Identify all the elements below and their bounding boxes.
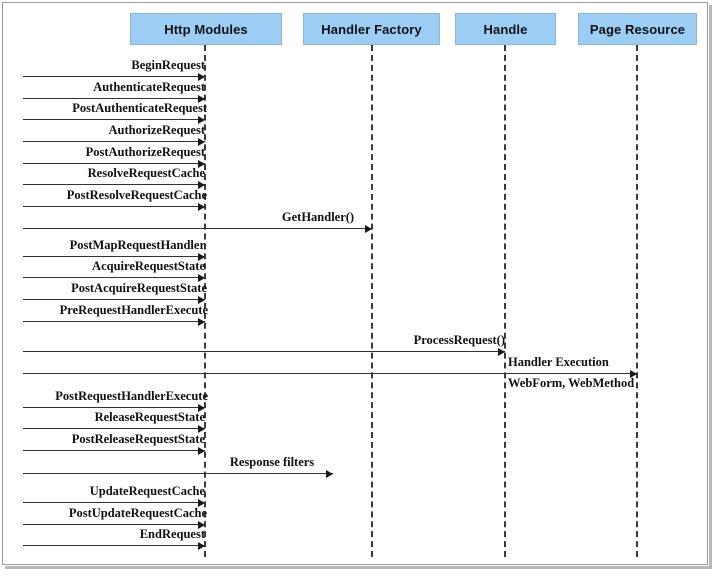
message-line (23, 119, 205, 120)
message-line (23, 141, 205, 142)
actor-label-handler-factory: Handler Factory (321, 21, 422, 37)
message-line (23, 428, 205, 429)
message-label: WebForm, WebMethod (508, 376, 635, 390)
message-arrowhead (198, 202, 205, 211)
message-line (23, 98, 205, 99)
message-line (23, 76, 205, 77)
message-line (23, 373, 637, 374)
message-label: GetHandler() (281, 210, 355, 224)
message-label: AuthorizeRequest (108, 123, 205, 137)
actor-label-handle: Handle (483, 21, 528, 37)
message-line (23, 184, 205, 185)
message-label: AuthenticateRequest (93, 80, 205, 94)
message-line (23, 228, 372, 229)
message-line (23, 502, 205, 503)
actor-label-page-resource: Page Resource (589, 21, 686, 37)
actor-box-handle[interactable]: Handle (455, 13, 556, 45)
message-label: PostResolveRequestCache (66, 188, 207, 202)
lifeline-page-resource (636, 45, 638, 557)
lifeline-handler-factory (371, 45, 373, 557)
message-arrowhead (498, 347, 505, 356)
message-line (23, 277, 205, 278)
message-label: Response filters (229, 455, 315, 469)
message-line (23, 524, 205, 525)
message-arrowhead (365, 224, 372, 233)
sequence-diagram-canvas: Http Modules Handler Factory Handle Page Re… (0, 0, 712, 577)
message-line (23, 299, 205, 300)
message-arrowhead (198, 446, 205, 455)
message-label: PreRequestHandlerExecute (59, 303, 208, 317)
actor-box-handler-factory[interactable]: Handler Factory (303, 13, 440, 45)
message-arrowhead (198, 541, 205, 550)
message-line (23, 473, 333, 474)
frame-shadow-bottom (5, 566, 712, 569)
message-line (23, 351, 505, 352)
message-label: BeginRequest (131, 58, 205, 72)
message-label: PostAuthenticateRequest (72, 101, 207, 115)
message-label: EndRequest (139, 527, 205, 541)
message-label: PostReleaseRequestState (71, 432, 205, 446)
message-label: PostUpdateRequestCache (68, 506, 207, 520)
message-label: PostRequestHandlerExecute (55, 389, 208, 403)
message-label: Handler Execution (508, 355, 609, 369)
message-arrowhead (198, 317, 205, 326)
message-line (23, 256, 205, 257)
message-line (23, 206, 205, 207)
message-label: ReleaseRequestState (94, 410, 205, 424)
message-label: ProcessRequest() (413, 333, 505, 347)
message-label: UpdateRequestCache (89, 484, 205, 498)
message-line (23, 450, 205, 451)
message-label: AcquireRequestState (92, 259, 205, 273)
message-label: PostMapRequestHandler (69, 238, 205, 252)
message-line (23, 321, 205, 322)
message-arrowhead (326, 469, 333, 478)
message-label: PostAuthorizeRequest (85, 145, 205, 159)
message-label: ResolveRequestCache (87, 166, 205, 180)
actor-box-http-modules[interactable]: Http Modules (130, 13, 282, 45)
message-label: PostAcquireRequestState (71, 281, 207, 295)
lifeline-handle (504, 45, 506, 557)
actor-label-http-modules: Http Modules (164, 21, 248, 37)
message-line (23, 407, 205, 408)
message-line (23, 163, 205, 164)
actor-box-page-resource[interactable]: Page Resource (578, 13, 697, 45)
message-line (23, 545, 205, 546)
